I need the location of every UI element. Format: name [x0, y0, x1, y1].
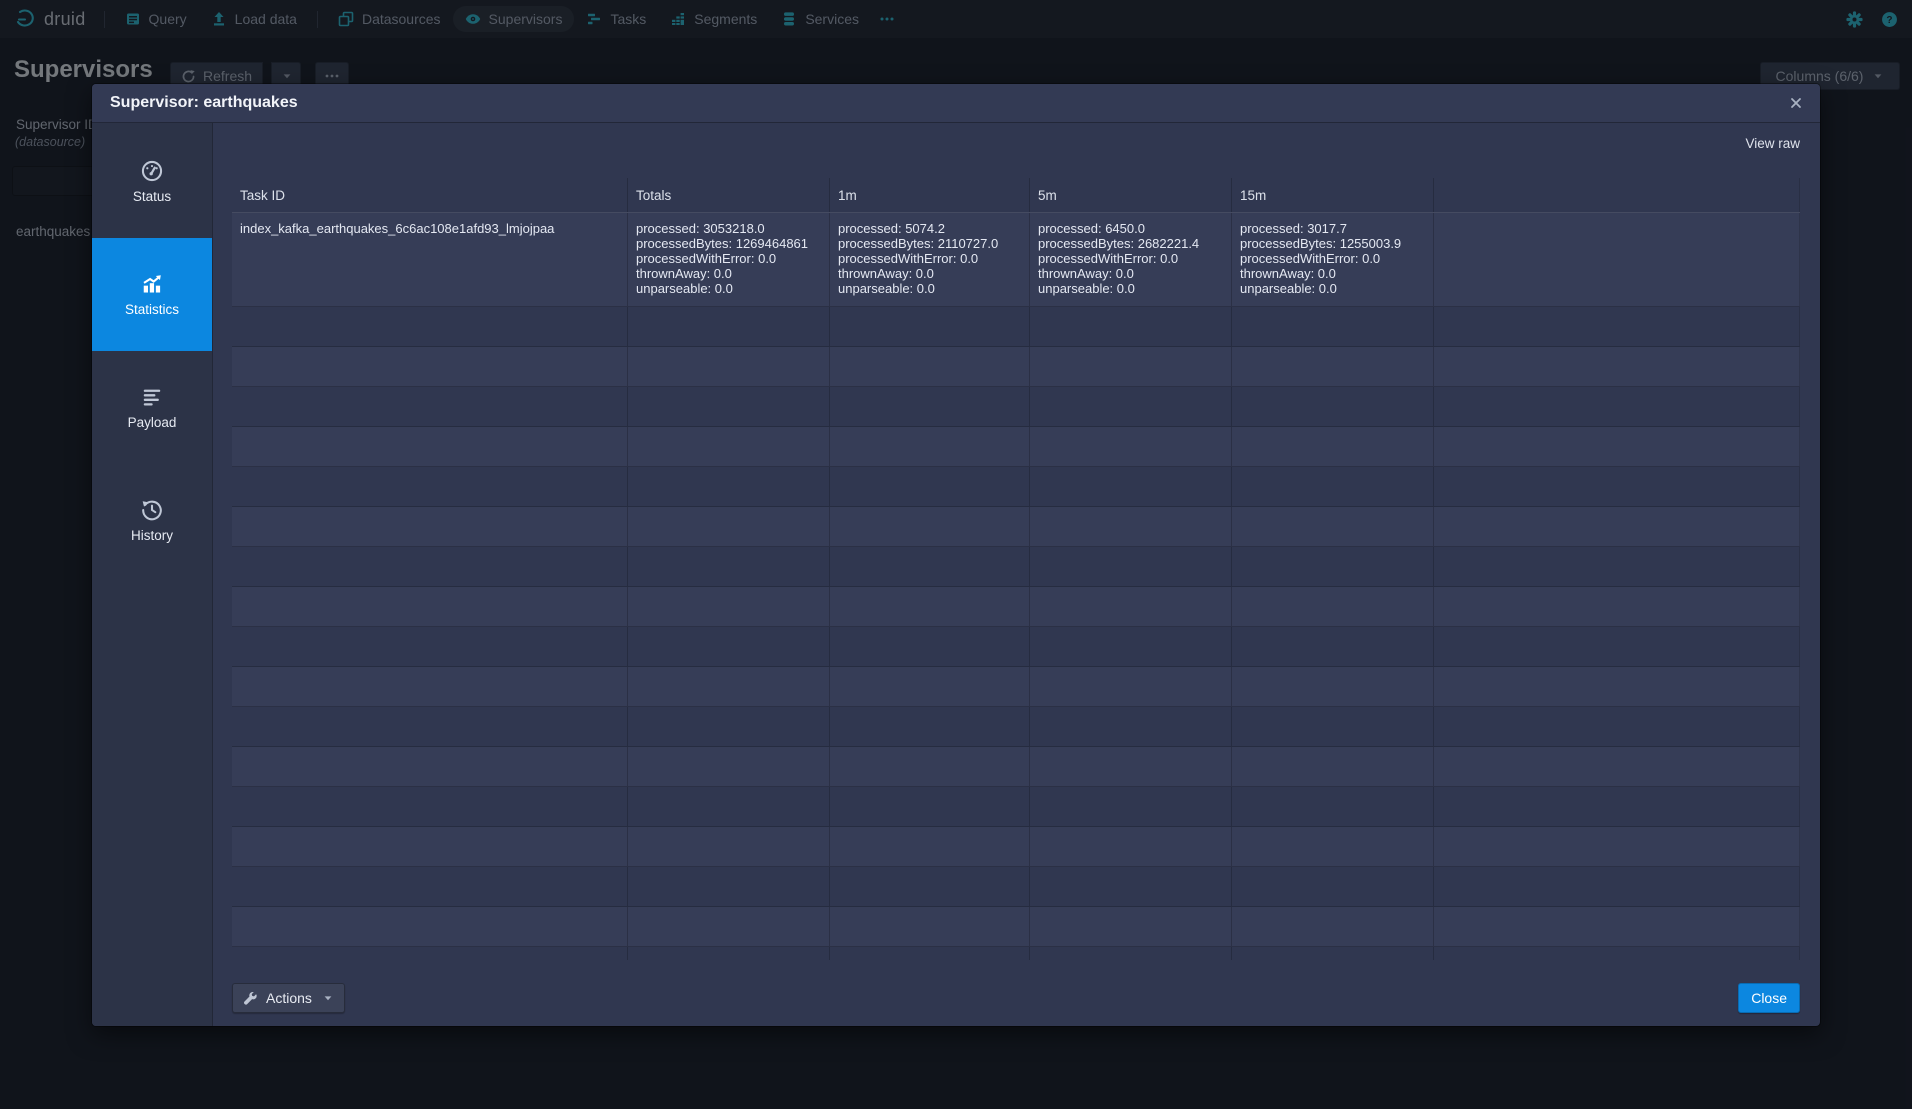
empty-row: [232, 827, 1800, 867]
statistics-table: Task ID Totals 1m 5m 15m index_kafka_ear…: [232, 178, 1800, 960]
tab-status[interactable]: Status: [92, 125, 212, 238]
column-header-filler: [1434, 178, 1800, 212]
actions-button[interactable]: Actions: [232, 983, 345, 1013]
5m-cell: processed: 6450.0 processedBytes: 268222…: [1030, 213, 1232, 306]
column-header-totals[interactable]: Totals: [628, 178, 830, 212]
column-header-15m[interactable]: 15m: [1232, 178, 1434, 212]
empty-row: [232, 707, 1800, 747]
empty-row: [232, 467, 1800, 507]
totals-cell: processed: 3053218.0 processedBytes: 126…: [628, 213, 830, 306]
close-icon: [1788, 95, 1804, 111]
dialog-header: Supervisor: earthquakes: [92, 84, 1820, 123]
wrench-icon: [243, 991, 258, 1006]
column-header-task-id[interactable]: Task ID: [232, 178, 628, 212]
task-id-cell[interactable]: index_kafka_earthquakes_6c6ac108e1afd93_…: [232, 213, 628, 306]
tab-statistics[interactable]: Statistics: [92, 238, 212, 351]
partial-row: [232, 947, 1800, 960]
empty-row: [232, 747, 1800, 787]
dialog-close-footer-button[interactable]: Close: [1738, 983, 1800, 1013]
empty-row: [232, 427, 1800, 467]
empty-row: [232, 307, 1800, 347]
status-gauge-icon: [141, 160, 163, 182]
tab-payload[interactable]: Payload: [92, 351, 212, 464]
empty-row: [232, 347, 1800, 387]
payload-align-left-icon: [141, 386, 163, 408]
view-raw-link[interactable]: View raw: [1745, 136, 1800, 151]
empty-row: [232, 627, 1800, 667]
1m-cell: processed: 5074.2 processedBytes: 211072…: [830, 213, 1030, 306]
empty-row: [232, 587, 1800, 627]
dialog-footer: Actions Close: [232, 983, 1800, 1013]
empty-row: [232, 787, 1800, 827]
dialog-side-tabs: Status Statistics Payload History: [92, 123, 213, 1026]
empty-row: [232, 867, 1800, 907]
empty-row: [232, 547, 1800, 587]
table-header-row: Task ID Totals 1m 5m 15m: [232, 178, 1800, 213]
table-row: index_kafka_earthquakes_6c6ac108e1afd93_…: [232, 213, 1800, 307]
dialog-title: Supervisor: earthquakes: [110, 94, 298, 112]
statistics-chart-icon: [141, 273, 163, 295]
column-header-5m[interactable]: 5m: [1030, 178, 1232, 212]
dialog-close-button[interactable]: [1782, 89, 1810, 117]
empty-row: [232, 507, 1800, 547]
history-clock-icon: [141, 499, 163, 521]
empty-row: [232, 667, 1800, 707]
empty-row: [232, 907, 1800, 947]
column-header-1m[interactable]: 1m: [830, 178, 1030, 212]
15m-cell: processed: 3017.7 processedBytes: 125500…: [1232, 213, 1434, 306]
supervisor-dialog: Supervisor: earthquakes Status Statistic…: [92, 84, 1820, 1026]
chevron-down-icon: [322, 992, 334, 1004]
tab-history[interactable]: History: [92, 464, 212, 577]
empty-row: [232, 387, 1800, 427]
